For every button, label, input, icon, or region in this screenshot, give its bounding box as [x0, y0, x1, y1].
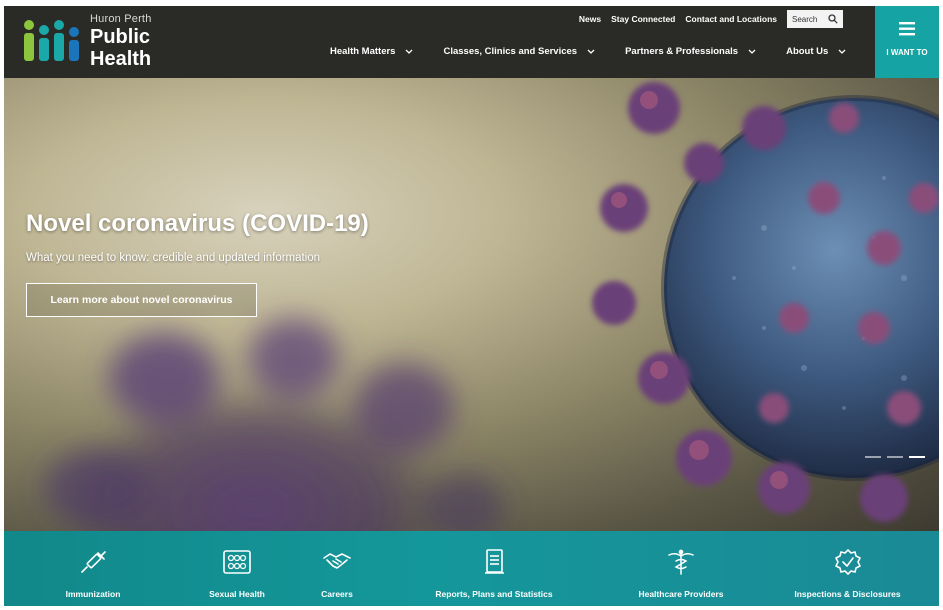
quick-links-bar: Immunization Sexual Health Careers Repor… — [4, 531, 939, 606]
nav-label: Health Matters — [330, 46, 396, 57]
quick-link-inspections[interactable]: Inspections & Disclosures — [756, 531, 939, 606]
quick-link-immunization[interactable]: Immunization — [4, 531, 182, 606]
search-box[interactable]: Search — [787, 10, 843, 28]
hero-subtitle: What you need to know: credible and upda… — [26, 252, 321, 264]
badge-check-icon — [834, 549, 861, 575]
i-want-to-label: I WANT TO — [886, 48, 928, 57]
logo-figures-icon — [24, 20, 79, 61]
search-label: Search — [792, 14, 818, 24]
util-link-contact[interactable]: Contact and Locations — [685, 14, 777, 24]
logo-line-1: Public — [90, 26, 151, 48]
quick-link-label: Careers — [321, 589, 353, 599]
logo-subtitle: Huron Perth — [90, 13, 152, 25]
nav-partners-professionals[interactable]: Partners & Professionals — [625, 46, 756, 57]
pill-pack-icon — [223, 550, 251, 574]
hero-banner[interactable]: Novel coronavirus (COVID-19) What you ne… — [4, 78, 939, 531]
syringe-icon — [81, 551, 106, 573]
main-nav: Health Matters Classes, Clinics and Serv… — [330, 46, 846, 57]
nav-about-us[interactable]: About Us — [786, 46, 846, 57]
chevron-down-icon — [406, 49, 413, 54]
site-logo[interactable]: Huron Perth Public Health — [22, 12, 182, 72]
nav-label: Partners & Professionals — [625, 46, 739, 57]
quick-link-label: Immunization — [65, 589, 121, 599]
i-want-to-button[interactable]: I WANT TO — [875, 6, 939, 78]
quick-link-sexual-health[interactable]: Sexual Health — [182, 531, 292, 606]
quick-link-careers[interactable]: Careers — [292, 531, 382, 606]
document-icon — [485, 549, 504, 574]
hero-title: Novel coronavirus (COVID-19) — [26, 210, 369, 237]
search-icon[interactable] — [828, 14, 838, 24]
slider-dot[interactable] — [887, 456, 903, 458]
page-frame: Huron Perth Public Health News Stay Conn… — [4, 6, 939, 606]
nav-health-matters[interactable]: Health Matters — [330, 46, 413, 57]
caduceus-icon — [668, 549, 694, 575]
quick-link-label: Reports, Plans and Statistics — [435, 589, 553, 599]
quick-link-reports[interactable]: Reports, Plans and Statistics — [382, 531, 606, 606]
learn-more-button[interactable]: Learn more about novel coronavirus — [26, 283, 257, 317]
slider-dot-active[interactable] — [909, 456, 925, 458]
nav-classes-clinics[interactable]: Classes, Clinics and Services — [443, 46, 595, 57]
handshake-icon — [323, 553, 351, 569]
nav-label: About Us — [786, 46, 829, 57]
chevron-down-icon — [838, 49, 846, 54]
chevron-down-icon — [587, 49, 595, 54]
hamburger-icon — [899, 22, 915, 36]
slider-pagination — [865, 456, 925, 458]
util-link-stay-connected[interactable]: Stay Connected — [611, 14, 675, 24]
slider-dot[interactable] — [865, 456, 881, 458]
quick-link-label: Inspections & Disclosures — [794, 589, 901, 599]
quick-link-label: Healthcare Providers — [638, 589, 724, 599]
nav-label: Classes, Clinics and Services — [443, 46, 578, 57]
util-link-news[interactable]: News — [579, 14, 601, 24]
utility-nav: News Stay Connected Contact and Location… — [579, 10, 843, 28]
logo-line-2: Health — [90, 48, 152, 70]
quick-link-healthcare-providers[interactable]: Healthcare Providers — [606, 531, 756, 606]
quick-link-label: Sexual Health — [209, 589, 265, 599]
chevron-down-icon — [748, 49, 756, 54]
site-header: Huron Perth Public Health News Stay Conn… — [4, 6, 939, 78]
